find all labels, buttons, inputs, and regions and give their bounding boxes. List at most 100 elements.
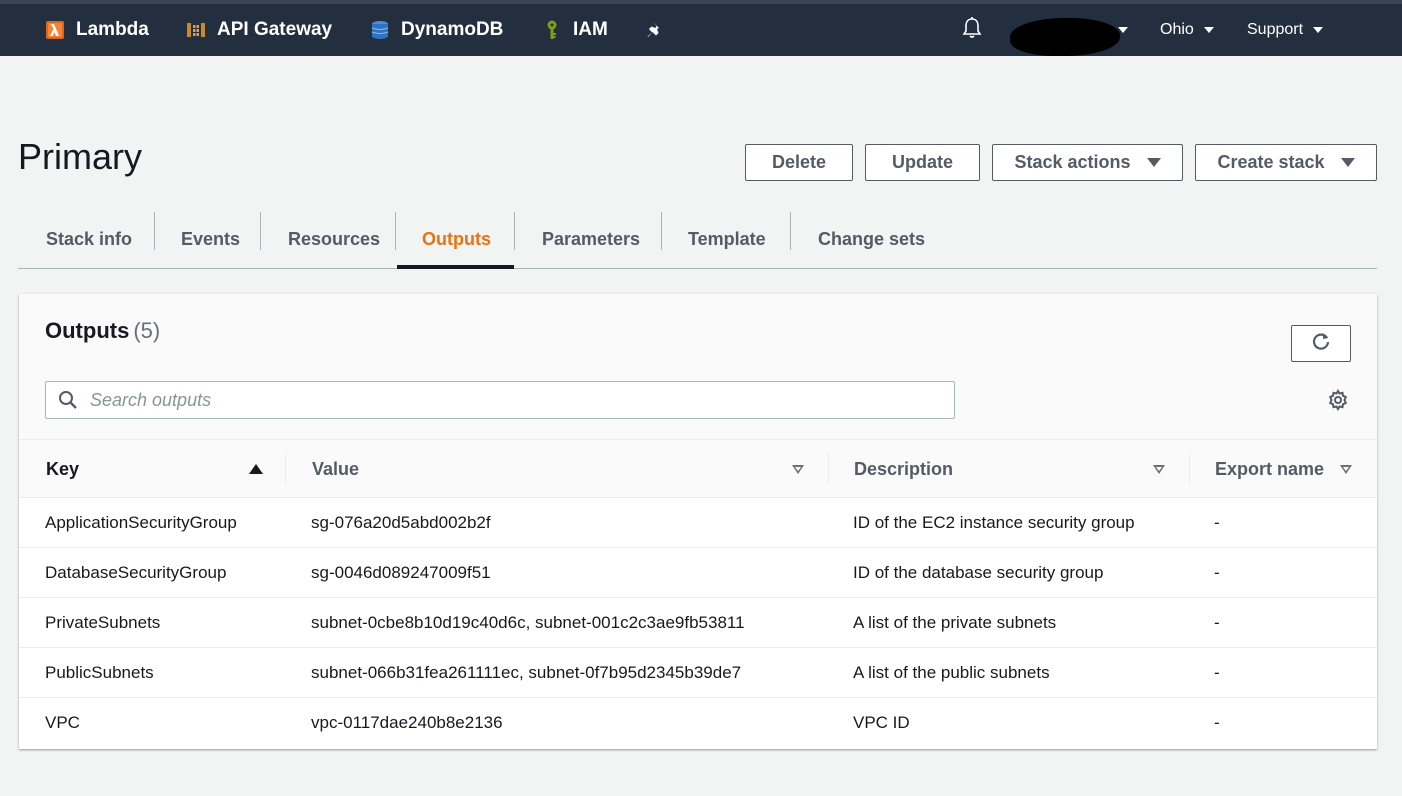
- refresh-button[interactable]: [1291, 325, 1351, 362]
- cell-value: subnet-0cbe8b10d19c40d6c, subnet-001c2c3…: [311, 612, 745, 632]
- cell-value: sg-076a20d5abd002b2f: [311, 512, 491, 532]
- api-gateway-icon: [185, 19, 207, 41]
- cell-value: vpc-0117dae240b8e2136: [311, 712, 503, 732]
- cell-key: ApplicationSecurityGroup: [45, 512, 237, 532]
- cell-description: VPC ID: [853, 712, 910, 732]
- tab-divider: [661, 212, 662, 250]
- column-header-description[interactable]: Description: [854, 440, 953, 498]
- refresh-icon: [1310, 330, 1332, 357]
- outputs-count: (5): [133, 318, 161, 343]
- tab-divider: [154, 212, 155, 250]
- tab-divider: [790, 212, 791, 250]
- table-row: VPC vpc-0117dae240b8e2136 VPC ID -: [19, 698, 1377, 748]
- account-menu-caret[interactable]: [1118, 4, 1128, 56]
- cell-key: PrivateSubnets: [45, 612, 161, 632]
- bell-icon: [960, 16, 984, 45]
- cell-key: VPC: [45, 712, 80, 732]
- create-stack-button[interactable]: Create stack: [1195, 144, 1377, 181]
- cell-export-name: -: [1214, 612, 1220, 632]
- settings-gear-button[interactable]: [1326, 388, 1350, 412]
- cell-export-name: -: [1214, 712, 1220, 732]
- nav-item-label: DynamoDB: [401, 19, 504, 40]
- outputs-table-header: Key Value Description Export name: [19, 439, 1377, 498]
- outputs-panel-header: Outputs (5): [19, 294, 1377, 439]
- sort-toggle-icon[interactable]: [1340, 465, 1352, 474]
- notifications-button[interactable]: [960, 4, 984, 56]
- delete-button-label: Delete: [771, 152, 827, 172]
- cell-export-name: -: [1214, 512, 1220, 532]
- lambda-icon: [44, 19, 66, 41]
- column-divider: [285, 454, 286, 484]
- support-menu[interactable]: Support: [1247, 4, 1324, 56]
- column-header-value[interactable]: Value: [312, 440, 359, 498]
- nav-item-label: IAM: [573, 19, 608, 40]
- iam-icon: [541, 19, 563, 41]
- nav-item-label: API Gateway: [217, 19, 333, 40]
- tab-divider: [514, 212, 515, 250]
- nav-item-dynamodb[interactable]: DynamoDB: [369, 4, 503, 56]
- cell-value: subnet-066b31fea261111ec, subnet-0f7b95d…: [311, 662, 742, 682]
- redacted-account-name: [1010, 18, 1120, 56]
- nav-item-lambda[interactable]: Lambda: [44, 4, 149, 56]
- cell-description: A list of the private subnets: [853, 612, 1057, 632]
- table-row: DatabaseSecurityGroup sg-0046d089247009f…: [19, 548, 1377, 598]
- tab-change-sets[interactable]: Change sets: [818, 210, 925, 268]
- column-header-export-name[interactable]: Export name: [1215, 440, 1324, 498]
- sort-toggle-icon[interactable]: [792, 465, 804, 474]
- sort-ascending-icon[interactable]: [249, 464, 263, 474]
- outputs-title: Outputs (5): [45, 318, 160, 344]
- tab-parameters[interactable]: Parameters: [542, 210, 640, 268]
- tab-outputs[interactable]: Outputs: [422, 210, 491, 268]
- tab-resources[interactable]: Resources: [288, 210, 380, 268]
- chevron-down-icon: [1203, 27, 1214, 33]
- create-stack-label: Create stack: [1217, 152, 1325, 172]
- cell-description: ID of the database security group: [853, 562, 1104, 582]
- stack-actions-label: Stack actions: [1014, 152, 1131, 172]
- pin-icon: [644, 19, 666, 41]
- cell-value: sg-0046d089247009f51: [311, 562, 491, 582]
- tab-template[interactable]: Template: [688, 210, 766, 268]
- tab-events[interactable]: Events: [181, 210, 240, 268]
- sort-toggle-icon[interactable]: [1153, 465, 1165, 474]
- pin-button[interactable]: [644, 4, 676, 56]
- table-row: PrivateSubnets subnet-0cbe8b10d19c40d6c,…: [19, 598, 1377, 648]
- search-input[interactable]: [90, 389, 930, 411]
- tab-divider: [395, 212, 396, 250]
- caret-down-icon: [1146, 158, 1161, 167]
- active-tab-indicator: [397, 265, 514, 269]
- nav-item-iam[interactable]: IAM: [541, 4, 608, 56]
- cell-export-name: -: [1214, 662, 1220, 682]
- tab-stack-info[interactable]: Stack info: [46, 210, 132, 268]
- cell-key: DatabaseSecurityGroup: [45, 562, 227, 582]
- cell-export-name: -: [1214, 562, 1220, 582]
- outputs-panel: Outputs(5) Key Value Description Exp: [19, 294, 1377, 749]
- cell-description: A list of the public subnets: [853, 662, 1050, 682]
- update-button[interactable]: Update: [865, 144, 980, 181]
- cell-description: ID of the EC2 instance security group: [853, 512, 1135, 532]
- search-icon: [58, 390, 78, 410]
- column-header-key[interactable]: Key: [46, 440, 79, 498]
- region-label: Ohio: [1160, 21, 1194, 38]
- stack-actions-button[interactable]: Stack actions: [992, 144, 1183, 181]
- page-title: Primary: [18, 136, 142, 177]
- table-row: PublicSubnets subnet-066b31fea261111ec, …: [19, 648, 1377, 698]
- gear-icon: [1326, 389, 1350, 416]
- nav-item-label: Lambda: [76, 19, 149, 40]
- chevron-down-icon: [1313, 27, 1324, 33]
- tab-divider: [260, 212, 261, 250]
- outputs-title-text: Outputs: [45, 318, 130, 343]
- dynamodb-icon: [369, 19, 391, 41]
- region-selector[interactable]: Ohio: [1160, 4, 1214, 56]
- cell-key: PublicSubnets: [45, 662, 154, 682]
- top-nav-bar: Lambda API Gateway DynamoDB IAM Ohio Sup…: [0, 0, 1402, 56]
- search-outputs-field[interactable]: [45, 381, 955, 419]
- nav-item-api-gateway[interactable]: API Gateway: [185, 4, 332, 56]
- update-button-label: Update: [891, 152, 953, 172]
- column-divider: [828, 454, 829, 484]
- support-label: Support: [1247, 21, 1304, 38]
- stack-tabs: Stack info Events Resources Outputs Para…: [18, 210, 1377, 269]
- delete-button[interactable]: Delete: [745, 144, 853, 181]
- column-divider: [1189, 454, 1190, 484]
- table-row: ApplicationSecurityGroup sg-076a20d5abd0…: [19, 498, 1377, 548]
- caret-down-icon: [1340, 158, 1355, 167]
